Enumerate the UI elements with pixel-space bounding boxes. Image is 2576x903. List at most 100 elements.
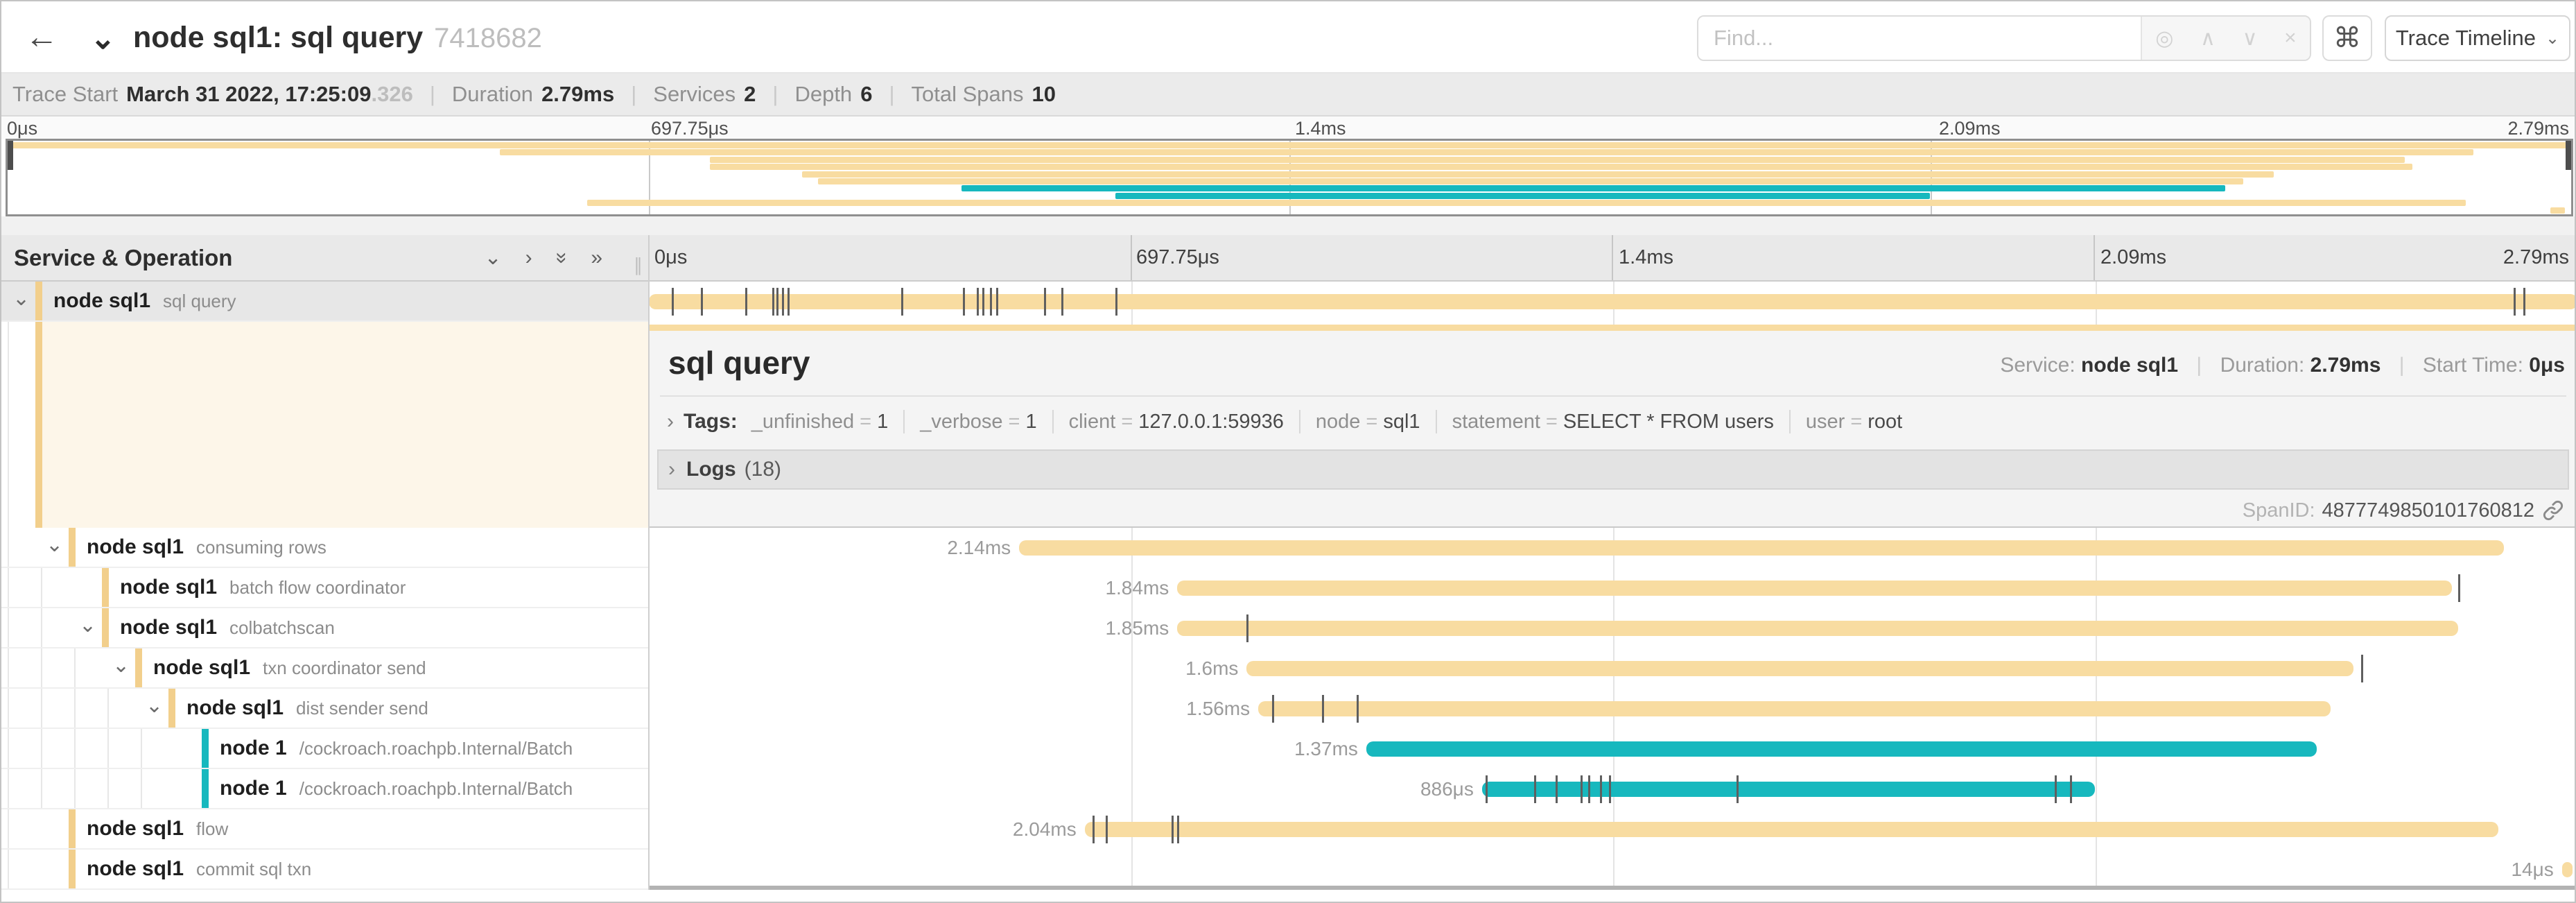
horizontal-scrollbar[interactable] <box>649 886 2576 890</box>
tree-row[interactable]: node 1/cockroach.roachpb.Internal/Batch <box>1 729 648 769</box>
span-bar-row[interactable]: 886μs <box>649 769 2576 809</box>
span-bar-row[interactable]: 1.56ms <box>649 689 2576 729</box>
top-bar: ← ⌄ node sql1: sql query7418682 ◎∧∨× ⌘ T… <box>1 1 2575 74</box>
log-tick-mark <box>2523 288 2525 316</box>
span-bar-row[interactable]: 1.85ms <box>649 608 2576 648</box>
log-tick-mark <box>1246 614 1248 642</box>
clear-search-icon[interactable]: × <box>2284 26 2297 50</box>
summary-item-label: Depth <box>794 82 852 107</box>
trace-collapse-icon[interactable]: ⌄ <box>90 21 116 56</box>
tree-row[interactable]: node sql1flow <box>1 809 648 850</box>
panel-divider[interactable] <box>648 235 650 890</box>
span-bar-row[interactable]: 1.84ms <box>649 568 2576 608</box>
logs-section[interactable]: › Logs (18) <box>657 449 2569 490</box>
span-color-accent <box>202 729 209 768</box>
tree-row[interactable]: ⌄node sql1dist sender send <box>1 689 648 729</box>
span-bar-row[interactable]: 1.6ms <box>649 648 2576 689</box>
summary-item-label: Services <box>653 82 736 107</box>
tag-equals: = <box>1366 411 1377 433</box>
back-icon[interactable]: ← <box>25 18 58 56</box>
span-bar[interactable] <box>2562 862 2573 877</box>
minimap-left-handle[interactable] <box>8 141 13 170</box>
indent-guide <box>8 689 9 728</box>
tree-row[interactable]: node sql1batch flow coordinator <box>1 568 648 608</box>
tree-row[interactable]: ⌄node sql1consuming rows <box>1 528 648 568</box>
tag-value: root <box>1868 411 1902 433</box>
locate-icon[interactable]: ◎ <box>2155 26 2173 51</box>
expander-chevron-icon[interactable]: ⌄ <box>146 694 163 718</box>
span-bar-row[interactable] <box>649 282 2576 322</box>
tag-key: user <box>1806 411 1845 433</box>
minimap-span-bar <box>587 200 2466 206</box>
span-bar[interactable] <box>1177 580 2452 596</box>
double-chevron-down-icon[interactable]: » <box>550 252 573 264</box>
minimap-span-row[interactable] <box>8 185 2571 192</box>
search-input[interactable] <box>1698 17 2141 60</box>
summary-item-value: 2 <box>744 82 756 107</box>
minimap-span-row[interactable] <box>8 171 2571 178</box>
chevron-right-icon[interactable]: › <box>525 246 532 270</box>
span-bar[interactable] <box>1366 741 2317 757</box>
log-tick-mark <box>1600 775 1602 803</box>
minimap-span-row[interactable] <box>8 200 2571 207</box>
tag-separator <box>1052 410 1054 433</box>
double-chevron-right-icon[interactable]: » <box>591 246 602 270</box>
summary-separator: | <box>430 82 435 107</box>
span-bar-row[interactable]: 1.37ms <box>649 729 2576 769</box>
tags-section[interactable]: › Tags: _unfinished=1_verbose=1client=12… <box>660 402 1902 441</box>
keyboard-shortcuts-button[interactable]: ⌘ <box>2322 15 2372 61</box>
tree-row[interactable]: ⌄node sql1txn coordinator send <box>1 648 648 689</box>
copy-link-icon[interactable] <box>2541 499 2565 522</box>
tree-row[interactable]: ⌄node sql1colbatchscan <box>1 608 648 648</box>
span-duration-label: 1.84ms <box>1105 568 1169 608</box>
span-bar[interactable] <box>1246 661 2353 676</box>
span-bar[interactable] <box>1085 822 2498 837</box>
span-bar-row[interactable]: 14μs <box>649 850 2576 890</box>
span-detail-panel: sql query Service: node sql1 | Duration:… <box>649 325 2576 528</box>
minimap-span-row[interactable] <box>8 207 2571 214</box>
column-resizer-grip[interactable]: ∥ <box>634 255 644 276</box>
summary-item-label: Duration <box>452 82 533 107</box>
minimap-span-row[interactable] <box>8 142 2571 149</box>
tree-row[interactable]: node sql1commit sql txn <box>1 850 648 890</box>
minimap-span-row[interactable] <box>8 193 2571 200</box>
prev-match-icon[interactable]: ∧ <box>2200 26 2216 51</box>
span-bar[interactable] <box>1258 701 2331 716</box>
expander-chevron-icon[interactable]: ⌄ <box>46 533 63 557</box>
log-tick-mark <box>963 288 965 316</box>
span-id-label: SpanID: <box>2243 499 2315 522</box>
minimap-span-row[interactable] <box>8 164 2571 171</box>
span-operation-name: dist sender send <box>296 698 428 719</box>
view-selector-button[interactable]: Trace Timeline ⌄ <box>2385 15 2570 61</box>
minimap-span-row[interactable] <box>8 149 2571 156</box>
expander-chevron-icon[interactable]: ⌄ <box>79 613 96 637</box>
span-bar[interactable] <box>1482 782 2096 797</box>
span-bar-row[interactable]: 2.04ms <box>649 809 2576 850</box>
span-bar[interactable] <box>649 294 2576 309</box>
summary-item-label: Trace Start <box>12 82 118 107</box>
start-time-value: 0μs <box>2529 354 2565 377</box>
tag-key: statement <box>1452 411 1540 433</box>
chevron-down-icon[interactable]: ⌄ <box>484 246 501 270</box>
span-bar[interactable] <box>1019 540 2504 556</box>
tag-separator <box>1789 410 1791 433</box>
log-tick-mark <box>990 288 992 316</box>
timeline-minimap[interactable] <box>6 139 2573 216</box>
overview-tick-label: 2.09ms <box>1939 118 2001 139</box>
minimap-span-row[interactable] <box>8 157 2571 164</box>
span-bar[interactable] <box>1177 621 2457 636</box>
log-tick-mark <box>776 288 778 316</box>
next-match-icon[interactable]: ∨ <box>2243 26 2258 51</box>
minimap-span-row[interactable] <box>8 178 2571 185</box>
span-bar-row[interactable]: 2.14ms <box>649 528 2576 568</box>
tag-value: 127.0.0.1:59936 <box>1138 411 1284 433</box>
minimap-right-handle[interactable] <box>2566 141 2571 170</box>
indent-guide <box>8 729 9 768</box>
span-duration-label: 886μs <box>1420 769 1474 809</box>
span-color-accent <box>135 648 142 687</box>
tree-row[interactable]: ⌄node sql1sql query <box>1 282 648 322</box>
tree-row[interactable]: node 1/cockroach.roachpb.Internal/Batch <box>1 769 648 809</box>
expander-chevron-icon[interactable]: ⌄ <box>112 653 130 678</box>
indent-guide <box>41 729 42 768</box>
expander-chevron-icon[interactable]: ⌄ <box>12 286 30 311</box>
